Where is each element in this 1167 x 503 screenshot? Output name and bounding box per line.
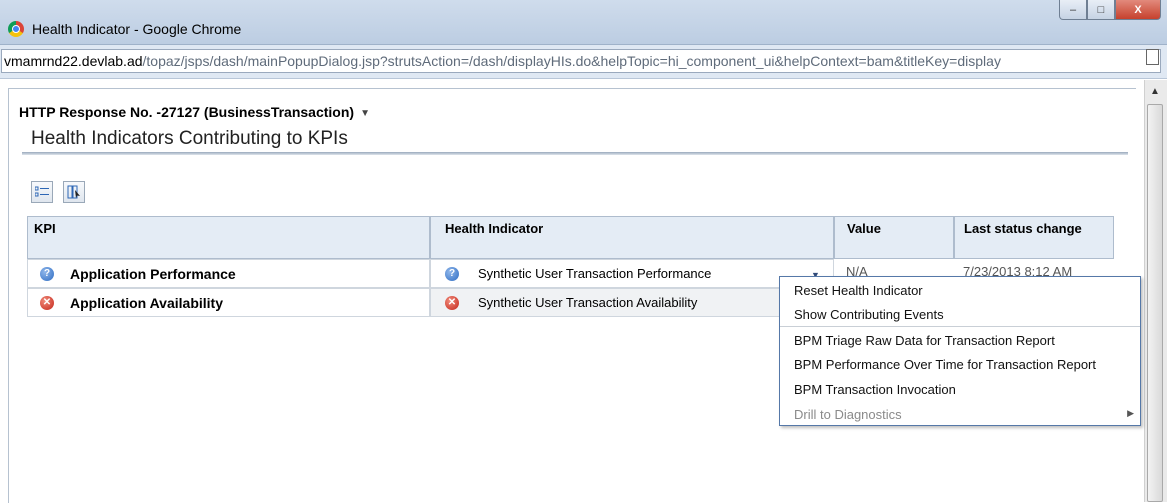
- maximize-button[interactable]: □: [1087, 0, 1115, 20]
- menu-item-drill-to-diagnostics[interactable]: Drill to Diagnostics: [794, 407, 902, 422]
- column-header-kpi[interactable]: KPI: [27, 216, 430, 259]
- ci-title-text: HTTP Response No. -27127 (BusinessTransa…: [19, 104, 355, 120]
- window-title: Health Indicator - Google Chrome: [32, 21, 242, 37]
- section-divider: [22, 152, 1128, 155]
- kpi-row[interactable]: ? Application Performance: [27, 259, 430, 288]
- health-indicator-cell[interactable]: ✕ Synthetic User Transaction Availabilit…: [430, 288, 780, 317]
- window-controls: – □ X: [1059, 0, 1161, 20]
- menu-item-reset-health-indicator[interactable]: Reset Health Indicator: [794, 283, 923, 298]
- kpi-row[interactable]: ✕ Application Availability: [27, 288, 430, 317]
- context-menu: Reset Health Indicator Show Contributing…: [779, 276, 1141, 426]
- select-columns-icon: [67, 185, 80, 199]
- menu-item-show-contributing-events[interactable]: Show Contributing Events: [794, 307, 944, 322]
- status-critical-icon: ✕: [445, 295, 459, 310]
- submenu-arrow-icon: ▶: [1127, 408, 1134, 418]
- health-indicator-name: Synthetic User Transaction Performance: [478, 266, 712, 281]
- status-unknown-icon: ?: [40, 266, 54, 281]
- menu-item-bpm-performance-over-time[interactable]: BPM Performance Over Time for Transactio…: [794, 357, 1096, 372]
- status-unknown-icon: ?: [445, 266, 459, 281]
- column-header-last-status-change[interactable]: Last status change: [954, 216, 1114, 259]
- page-icon[interactable]: [1146, 49, 1159, 65]
- scroll-up-arrow-icon[interactable]: ▲: [1150, 86, 1160, 97]
- list-view-icon: [35, 186, 49, 197]
- url-host: vmamrnd22.devlab.ad: [4, 53, 143, 69]
- url-path: /topaz/jsps/dash/mainPopupDialog.jsp?str…: [142, 53, 1001, 69]
- menu-item-bpm-transaction-invocation[interactable]: BPM Transaction Invocation: [794, 382, 956, 397]
- list-view-button[interactable]: [31, 181, 53, 203]
- window-title-bar: Health Indicator - Google Chrome – □ X: [0, 0, 1167, 45]
- chrome-logo-icon: [8, 21, 24, 37]
- chevron-down-icon[interactable]: ▼: [360, 108, 370, 119]
- kpi-name: Application Availability: [70, 294, 223, 311]
- scroll-thumb[interactable]: [1147, 104, 1163, 502]
- health-indicator-cell[interactable]: ? Synthetic User Transaction Performance: [430, 259, 834, 288]
- status-critical-icon: ✕: [40, 295, 54, 310]
- menu-item-bpm-triage-raw-data[interactable]: BPM Triage Raw Data for Transaction Repo…: [794, 333, 1055, 348]
- select-columns-button[interactable]: [63, 181, 85, 203]
- address-bar: vmamrnd22.devlab.ad/topaz/jsps/dash/main…: [0, 45, 1167, 79]
- minimize-button[interactable]: –: [1059, 0, 1087, 20]
- url-field[interactable]: vmamrnd22.devlab.ad/topaz/jsps/dash/main…: [1, 49, 1161, 73]
- health-indicator-name: Synthetic User Transaction Availability: [478, 295, 698, 310]
- kpi-name: Application Performance: [70, 265, 236, 282]
- section-title: Health Indicators Contributing to KPIs: [31, 128, 348, 149]
- ci-title-dropdown[interactable]: HTTP Response No. -27127 (BusinessTransa…: [19, 104, 370, 120]
- vertical-scrollbar[interactable]: ▲: [1144, 80, 1167, 502]
- column-header-health-indicator[interactable]: Health Indicator: [430, 216, 834, 259]
- menu-separator: [780, 326, 1140, 327]
- close-button[interactable]: X: [1115, 0, 1161, 20]
- column-header-value[interactable]: Value: [834, 216, 954, 259]
